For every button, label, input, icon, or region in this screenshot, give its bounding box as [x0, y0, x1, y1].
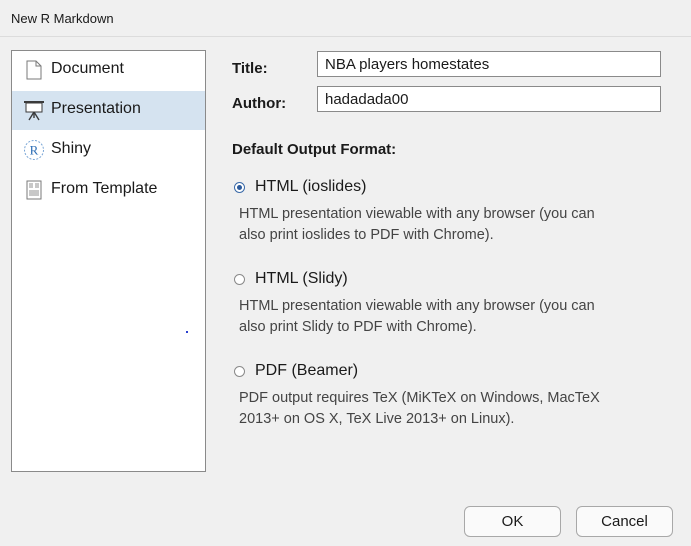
sidebar-item-label: Document	[51, 60, 124, 77]
author-label: Author:	[232, 95, 287, 112]
sidebar-item-shiny[interactable]: R Shiny	[12, 131, 205, 170]
option-label-html-ioslides[interactable]: HTML (ioslides)	[255, 178, 366, 196]
sidebar-item-label: Presentation	[51, 100, 141, 117]
template-sidebar: Document Presentation R Shiny From Templ…	[11, 50, 206, 472]
option-label-pdf-beamer[interactable]: PDF (Beamer)	[255, 362, 358, 380]
stray-dot	[186, 331, 188, 333]
shiny-r-icon: R	[23, 139, 45, 161]
dialog-title: New R Markdown	[11, 11, 114, 26]
ok-button[interactable]: OK	[464, 506, 561, 537]
cancel-button[interactable]: Cancel	[576, 506, 673, 537]
title-input[interactable]	[317, 51, 661, 77]
sidebar-item-document[interactable]: Document	[12, 51, 205, 90]
dialog-titlebar: New R Markdown	[0, 0, 691, 37]
desc-line: 2013+ on OS X, TeX Live 2013+ on Linux).	[239, 411, 515, 427]
option-desc-html-ioslides: HTML presentation viewable with any brow…	[239, 204, 659, 246]
sidebar-item-presentation[interactable]: Presentation	[12, 91, 205, 130]
option-desc-html-slidy: HTML presentation viewable with any brow…	[239, 296, 659, 338]
sidebar-item-from-template[interactable]: From Template	[12, 171, 205, 210]
sidebar-item-label: From Template	[51, 180, 158, 197]
document-icon	[23, 59, 45, 81]
radio-html-slidy[interactable]	[234, 274, 245, 285]
presentation-icon	[23, 99, 45, 121]
radio-pdf-beamer[interactable]	[234, 366, 245, 377]
radio-html-ioslides[interactable]	[234, 182, 245, 193]
template-icon	[23, 179, 45, 201]
author-input[interactable]	[317, 86, 661, 112]
desc-line: HTML presentation viewable with any brow…	[239, 298, 595, 314]
sidebar-item-label: Shiny	[51, 140, 92, 157]
option-label-html-slidy[interactable]: HTML (Slidy)	[255, 270, 348, 288]
desc-line: also print Slidy to PDF with Chrome).	[239, 319, 477, 335]
output-format-heading: Default Output Format:	[232, 141, 397, 158]
desc-line: also print ioslides to PDF with Chrome).	[239, 227, 494, 243]
svg-text:R: R	[30, 143, 39, 158]
title-label: Title:	[232, 60, 268, 77]
desc-line: HTML presentation viewable with any brow…	[239, 206, 595, 222]
option-desc-pdf-beamer: PDF output requires TeX (MiKTeX on Windo…	[239, 388, 659, 430]
desc-line: PDF output requires TeX (MiKTeX on Windo…	[239, 390, 600, 406]
